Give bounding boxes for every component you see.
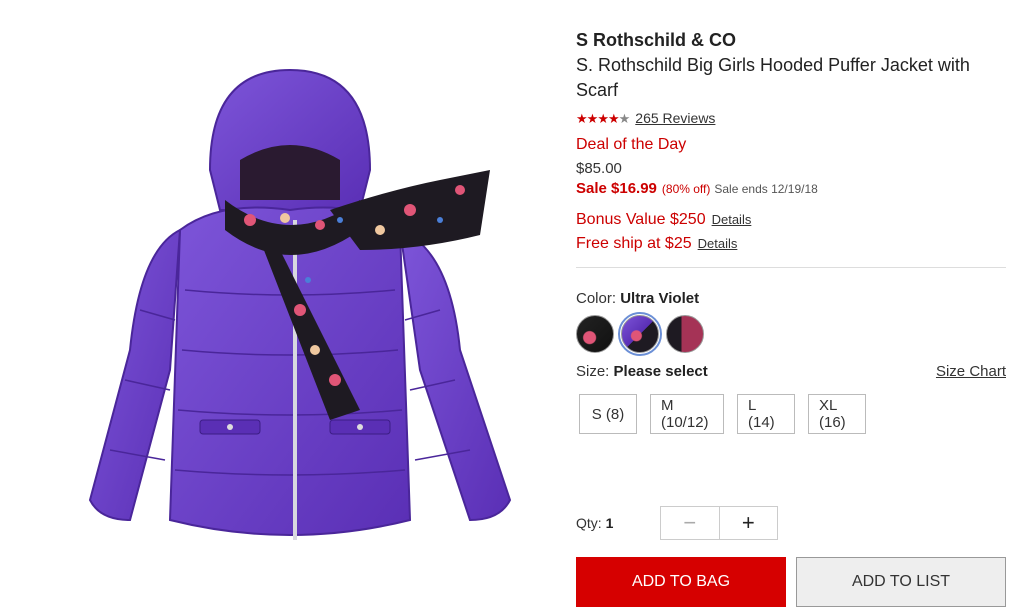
sale-ends: Sale ends 12/19/18 bbox=[714, 182, 818, 196]
size-chart-link[interactable]: Size Chart bbox=[936, 363, 1006, 380]
brand-name[interactable]: S Rothschild & CO bbox=[576, 30, 1006, 51]
star-icon: ★ bbox=[586, 110, 599, 126]
quantity-stepper: − + bbox=[660, 506, 778, 540]
jacket-illustration bbox=[88, 68, 512, 540]
bonus-offer: Bonus Value $250 Details bbox=[576, 211, 1006, 229]
increase-button[interactable]: + bbox=[719, 507, 777, 539]
ship-label: Free ship at $25 bbox=[576, 235, 692, 252]
deal-label: Deal of the Day bbox=[576, 136, 687, 153]
star-icon: ★ bbox=[607, 110, 620, 126]
qty-value: 1 bbox=[605, 515, 614, 531]
size-option-m[interactable]: M (10/12) bbox=[650, 394, 724, 434]
ship-details-link[interactable]: Details bbox=[698, 236, 738, 251]
color-label: Color: bbox=[576, 290, 617, 307]
sale-price: Sale $16.99 bbox=[576, 180, 657, 197]
action-buttons: ADD TO BAG ADD TO LIST bbox=[576, 557, 1006, 607]
sale-percent: (80% off) bbox=[661, 182, 711, 196]
original-price: $85.00 bbox=[576, 160, 622, 177]
size-options: S (8) M (10/12) L (14) XL (16) bbox=[579, 394, 1006, 434]
selected-size: Please select bbox=[613, 363, 708, 380]
add-to-list-button[interactable]: ADD TO LIST bbox=[796, 557, 1006, 607]
bonus-details-link[interactable]: Details bbox=[712, 212, 752, 227]
size-option-s[interactable]: S (8) bbox=[579, 394, 637, 434]
bonus-label: Bonus Value $250 bbox=[576, 211, 706, 228]
decrease-button[interactable]: − bbox=[661, 507, 720, 539]
qty-label-text: Qty: bbox=[576, 515, 602, 531]
quantity-label: Qty: 1 bbox=[576, 515, 660, 531]
size-label: Size: bbox=[576, 363, 610, 380]
star-rating: ★ ★ ★ ★ ★ bbox=[576, 110, 631, 126]
add-to-bag-button[interactable]: ADD TO BAG bbox=[576, 557, 786, 607]
star-icon: ★ bbox=[597, 110, 609, 126]
color-selector: Color: Ultra Violet bbox=[576, 290, 1006, 307]
size-option-xl[interactable]: XL (16) bbox=[808, 394, 866, 434]
quantity-row: Qty: 1 − + bbox=[576, 506, 778, 540]
star-icon: ★ bbox=[576, 110, 588, 126]
swatch-ultra-violet[interactable] bbox=[618, 312, 662, 356]
color-swatches bbox=[576, 312, 1006, 356]
divider bbox=[576, 267, 1006, 268]
product-details: S Rothschild & CO S. Rothschild Big Girl… bbox=[576, 30, 1006, 434]
size-selector-header: Size: Please select Size Chart bbox=[576, 363, 1006, 380]
selected-color: Ultra Violet bbox=[620, 290, 700, 307]
product-title: S. Rothschild Big Girls Hooded Puffer Ja… bbox=[576, 55, 970, 100]
reviews-link[interactable]: 265 Reviews bbox=[635, 110, 715, 126]
sale-row: Sale $16.99 (80% off) Sale ends 12/19/18 bbox=[576, 180, 1006, 197]
swatch-burgundy[interactable] bbox=[666, 315, 704, 353]
swatch-black-floral[interactable] bbox=[576, 315, 614, 353]
product-image[interactable] bbox=[60, 50, 540, 570]
shipping-offer: Free ship at $25 Details bbox=[576, 235, 1006, 253]
rating-row: ★ ★ ★ ★ ★ 265 Reviews bbox=[576, 110, 1006, 126]
size-option-l[interactable]: L (14) bbox=[737, 394, 795, 434]
half-star-icon: ★ bbox=[618, 110, 631, 126]
